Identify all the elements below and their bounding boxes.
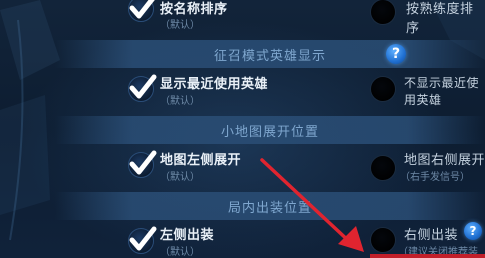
bottom-highlight-bar: [370, 254, 485, 258]
annotation-arrow: [260, 158, 364, 252]
